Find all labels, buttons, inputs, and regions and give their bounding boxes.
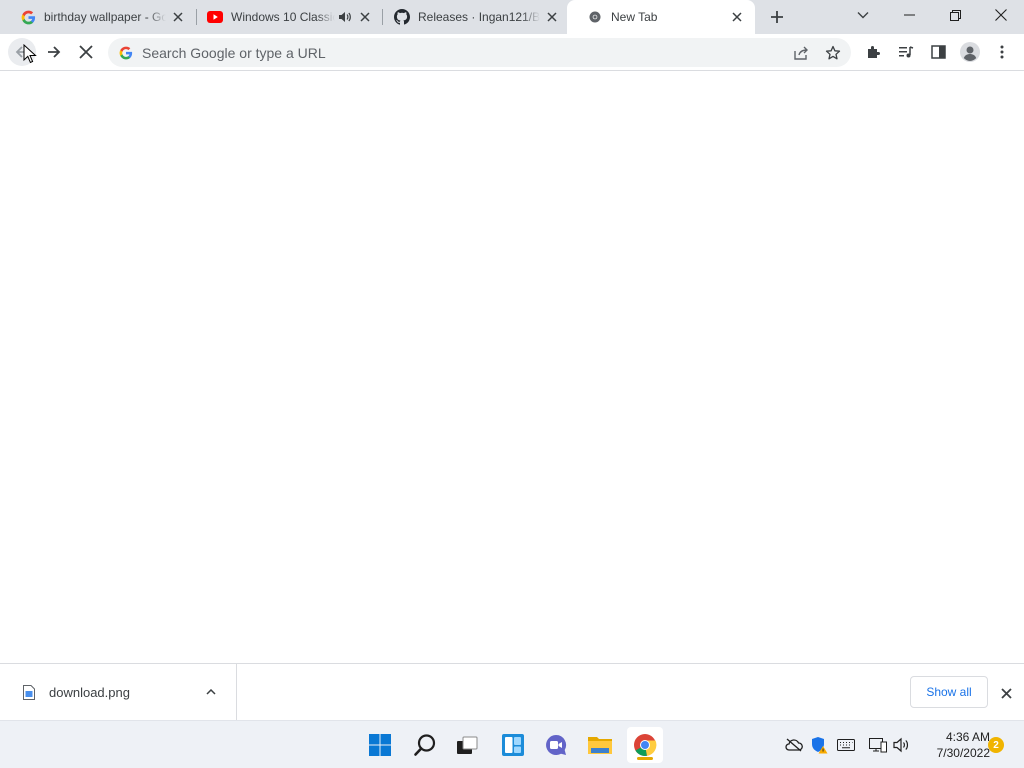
chat-icon[interactable] [538,727,574,763]
tab-new-tab[interactable]: New Tab [567,0,755,34]
youtube-icon [207,9,223,25]
tab-close-icon[interactable] [357,9,373,25]
bookmark-star-icon[interactable] [824,44,842,62]
download-shelf: download.png Show all [0,663,1024,720]
keyboard-icon[interactable] [836,735,856,755]
tab-close-icon[interactable] [729,9,745,25]
file-explorer-icon[interactable] [582,727,618,763]
tab-title: birthday wallpaper - Google Search [44,10,166,24]
close-icon[interactable] [996,683,1016,703]
tab-title: New Tab [611,10,658,24]
chrome-newtab-icon [587,9,603,25]
menu-kebab-icon[interactable] [988,38,1016,66]
browser-toolbar: Search Google or type a URL [0,34,1024,71]
widgets-icon[interactable] [495,727,531,763]
media-controls-icon[interactable] [892,38,920,66]
stop-loading-button[interactable] [72,38,100,66]
tab-close-icon[interactable] [544,9,560,25]
google-g-icon [20,9,36,25]
show-all-button[interactable]: Show all [910,676,988,708]
tab-close-icon[interactable] [170,9,186,25]
chevron-up-icon[interactable] [202,683,220,701]
share-icon[interactable] [792,44,810,62]
tab-github-releases[interactable]: Releases · Ingan121/Ba [374,0,570,34]
security-shield-icon[interactable] [809,735,829,755]
tab-search-chevron-icon[interactable] [852,4,874,26]
tab-title: Windows 10 Classic [231,10,335,24]
profile-avatar-icon[interactable] [956,38,984,66]
tab-title: Releases · Ingan121/Ba [418,10,540,24]
search-icon[interactable] [407,727,443,763]
speaker-audio-icon[interactable] [337,9,353,25]
mouse-cursor-icon [23,43,37,64]
notification-badge[interactable]: 2 [988,737,1004,753]
cloud-offline-icon[interactable] [784,735,804,755]
tab-google-search[interactable]: birthday wallpaper - Google Search [0,0,196,34]
close-window-button[interactable] [978,0,1024,30]
tab-youtube[interactable]: Windows 10 Classic [187,0,383,34]
clock-date: 7/30/2022 [936,746,990,760]
download-item[interactable]: download.png [0,664,237,720]
tab-strip: birthday wallpaper - Google Search Windo… [0,0,1024,34]
google-g-icon [118,45,134,61]
taskbar: 4:36 AM 7/30/2022 2 [0,720,1024,768]
system-clock[interactable]: 4:36 AM 7/30/2022 [918,729,990,761]
restore-button[interactable] [932,0,978,30]
page-content [0,71,1024,663]
volume-icon[interactable] [892,735,912,755]
start-icon[interactable] [362,727,398,763]
new-tab-button[interactable] [766,6,788,28]
clock-time: 4:36 AM [945,730,990,744]
extensions-puzzle-icon[interactable] [860,38,888,66]
omnibox[interactable]: Search Google or type a URL [108,38,851,67]
active-app-indicator [637,757,653,760]
network-icon[interactable] [868,735,888,755]
minimize-button[interactable] [886,0,932,30]
image-file-icon [22,684,36,700]
github-icon [394,9,410,25]
omnibox-placeholder[interactable]: Search Google or type a URL [142,45,851,61]
download-filename[interactable]: download.png [49,685,202,700]
side-panel-icon[interactable] [924,38,952,66]
forward-button[interactable] [40,38,68,66]
task-view-icon[interactable] [449,727,485,763]
